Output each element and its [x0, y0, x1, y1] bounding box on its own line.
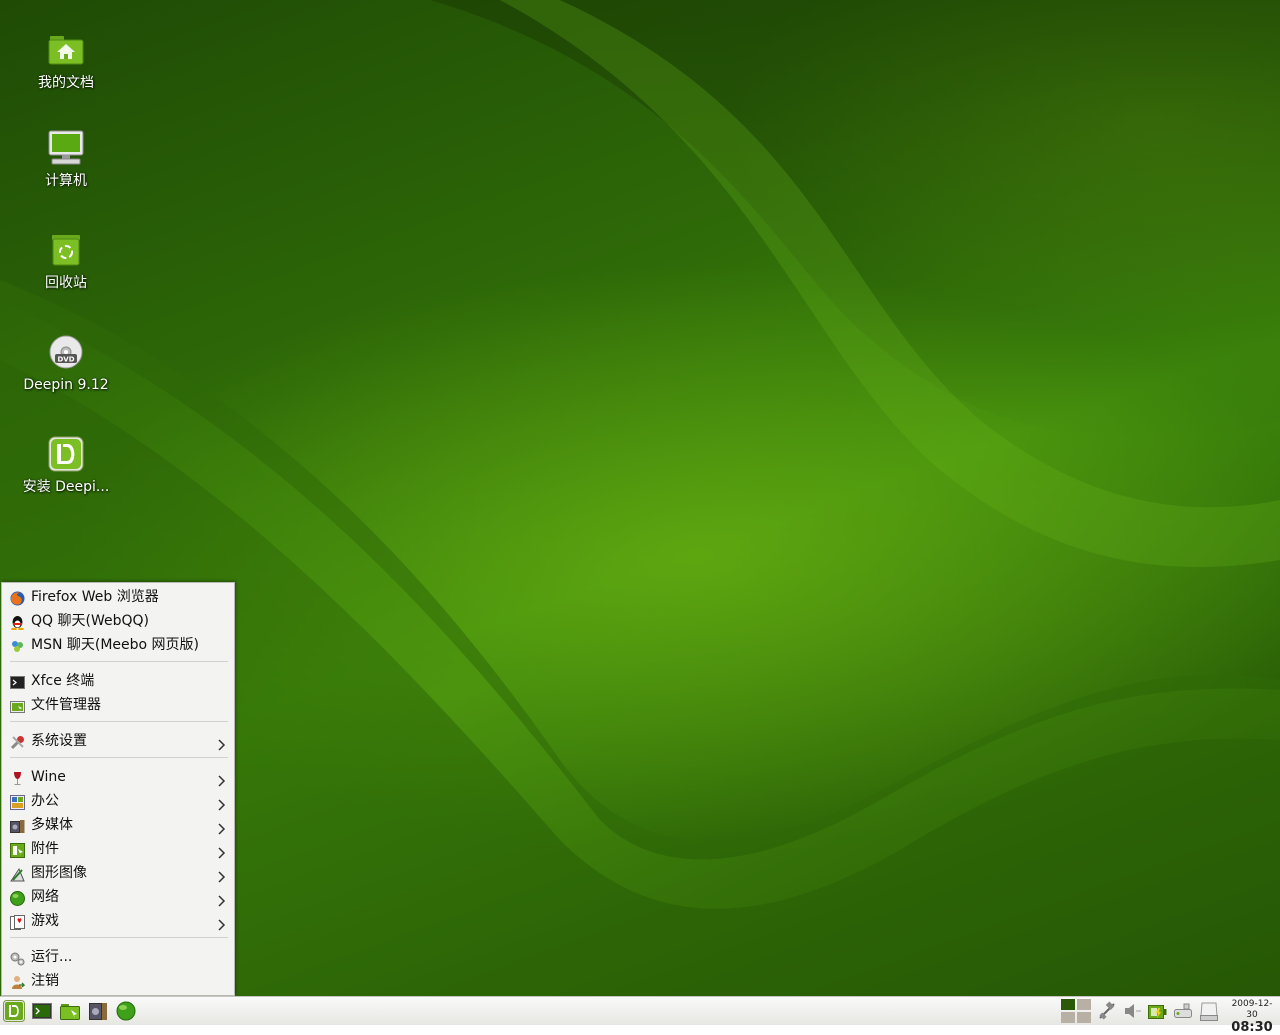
file-manager-launcher[interactable]	[59, 1000, 81, 1022]
menu-item-label: Xfce 终端	[31, 673, 95, 689]
trash-icon	[46, 230, 86, 270]
logout-icon	[10, 974, 26, 989]
menu-item-system-settings[interactable]: 系统设置	[2, 729, 234, 753]
clock[interactable]: 2009-12-30 08:30	[1226, 999, 1278, 1034]
menu-item-firefox[interactable]: Firefox Web 浏览器	[2, 585, 234, 609]
menu-separator	[10, 757, 228, 758]
menu-item-graphics[interactable]: 图形图像	[2, 861, 234, 885]
desktop-icon-label: 安装 Deepi...	[22, 479, 110, 495]
menu-item-network[interactable]: 网络	[2, 885, 234, 909]
menu-separator	[10, 937, 228, 938]
network-globe-icon	[10, 890, 25, 906]
terminal-icon	[10, 674, 25, 689]
menu-item-label: Firefox Web 浏览器	[31, 589, 159, 605]
chevron-right-icon	[215, 795, 227, 811]
start-menu: Firefox Web 浏览器 QQ 聊天(WebQQ) MSN 聊天(Meeb…	[1, 582, 235, 996]
deepin-menu-button[interactable]	[3, 1000, 25, 1022]
desktop-icon-install[interactable]: 安装 Deepi...	[10, 434, 122, 496]
menu-item-label: 运行...	[31, 949, 73, 965]
svg-text:DVD: DVD	[57, 356, 74, 364]
desktop-icon-label: 回收站	[45, 275, 87, 291]
desktop-icon-label: 计算机	[45, 173, 87, 189]
chevron-right-icon	[215, 843, 227, 859]
accessories-icon	[10, 842, 25, 858]
network-tray-icon[interactable]	[1096, 1000, 1118, 1022]
firefox-icon	[10, 590, 25, 606]
taskbar: 2009-12-30 08:30	[0, 996, 1280, 1034]
menu-item-label: 系统设置	[31, 733, 87, 749]
desktop-icon-documents[interactable]: 我的文档	[10, 30, 122, 92]
computer-icon	[46, 128, 86, 168]
menu-item-label: 办公	[31, 793, 59, 809]
menu-item-label: 文件管理器	[31, 697, 101, 713]
browser-globe-launcher[interactable]	[115, 1000, 137, 1022]
menu-item-multimedia[interactable]: 多媒体	[2, 813, 234, 837]
chevron-right-icon	[215, 771, 227, 787]
menu-item-label: 图形图像	[31, 865, 87, 881]
menu-item-office[interactable]: 办公	[2, 789, 234, 813]
chevron-right-icon	[215, 867, 227, 883]
desktop-icon-label: Deepin 9.12	[23, 377, 109, 393]
volume-icon[interactable]	[1122, 1000, 1144, 1022]
file-manager-icon	[10, 698, 25, 713]
menu-separator	[10, 721, 228, 722]
menu-item-label: MSN 聊天(Meebo 网页版)	[31, 637, 200, 653]
chevron-right-icon	[215, 735, 227, 751]
battery-icon[interactable]	[1146, 1000, 1168, 1022]
menu-item-accessories[interactable]: 附件	[2, 837, 234, 861]
menu-item-file-manager[interactable]: 文件管理器	[2, 693, 234, 717]
menu-separator	[10, 661, 228, 662]
menu-item-msn[interactable]: MSN 聊天(Meebo 网页版)	[2, 633, 234, 657]
wine-glass-icon	[10, 770, 25, 785]
menu-item-logout[interactable]: 注销	[2, 969, 234, 993]
desktop-icon-label: 我的文档	[38, 75, 94, 91]
menu-item-label: QQ 聊天(WebQQ)	[31, 613, 149, 629]
run-gears-icon	[10, 950, 25, 966]
menu-item-label: 多媒体	[31, 817, 73, 833]
qq-penguin-icon	[10, 614, 25, 631]
menu-item-games[interactable]: 游戏	[2, 909, 234, 933]
clock-time: 08:30	[1231, 1020, 1273, 1035]
multimedia-icon	[10, 818, 25, 833]
settings-icon	[10, 734, 25, 750]
desktop-icon-computer[interactable]: 计算机	[10, 128, 122, 190]
menu-item-wine[interactable]: Wine	[2, 765, 234, 789]
clock-date: 2009-12-30	[1231, 999, 1273, 1020]
menu-item-label: 游戏	[31, 913, 59, 929]
menu-item-label: Wine	[31, 769, 66, 785]
menu-item-qq[interactable]: QQ 聊天(WebQQ)	[2, 609, 234, 633]
chevron-right-icon	[215, 819, 227, 835]
removable-drive-icon[interactable]	[1172, 1000, 1194, 1022]
desktop-icon-trash[interactable]: 回收站	[10, 230, 122, 292]
menu-item-terminal[interactable]: Xfce 终端	[2, 669, 234, 693]
office-icon	[10, 794, 25, 810]
msn-icon	[10, 638, 25, 653]
games-icon	[10, 914, 25, 930]
chevron-right-icon	[215, 915, 227, 931]
deepin-logo-icon	[46, 434, 86, 474]
media-player-launcher[interactable]	[87, 1000, 109, 1022]
terminal-launcher[interactable]	[31, 1000, 53, 1022]
menu-item-label: 注销	[31, 973, 59, 989]
workspace-switcher[interactable]	[1060, 998, 1092, 1023]
desktop-icon-dvd[interactable]: DVD Deepin 9.12	[10, 332, 122, 394]
home-folder-icon	[46, 30, 86, 70]
hard-disk-icon[interactable]	[1198, 1000, 1220, 1022]
menu-item-label: 网络	[31, 889, 59, 905]
menu-item-run[interactable]: 运行...	[2, 945, 234, 969]
dvd-icon: DVD	[46, 332, 86, 372]
chevron-right-icon	[215, 891, 227, 907]
graphics-icon	[10, 866, 25, 882]
menu-item-label: 附件	[31, 841, 59, 857]
